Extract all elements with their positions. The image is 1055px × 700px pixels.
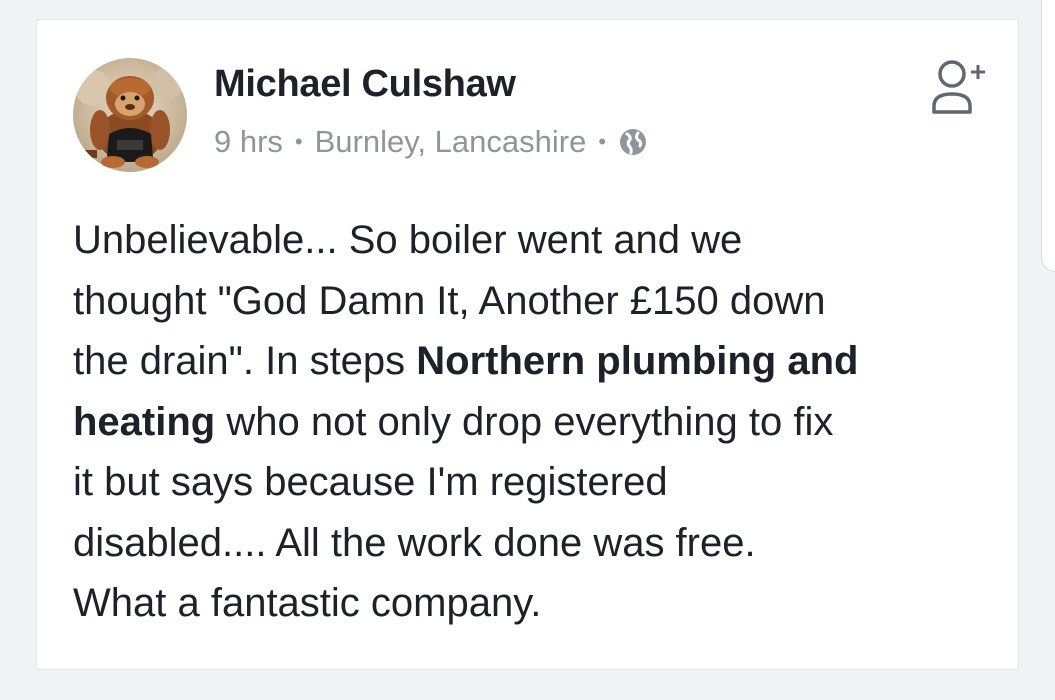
post-meta: 9 hrs • Burnley, Lancashire • [214, 124, 648, 160]
post-location[interactable]: Burnley, Lancashire [315, 124, 587, 160]
meta-separator: • [598, 129, 607, 154]
post-body: Unbelievable... So boiler went and we th… [73, 210, 993, 634]
post-card: Michael Culshaw 9 hrs • Burnley, Lancash… [36, 19, 1019, 670]
scrollbar[interactable] [1041, 0, 1055, 272]
post-timestamp[interactable]: 9 hrs [214, 124, 283, 160]
author-name[interactable]: Michael Culshaw [214, 63, 516, 106]
add-friend-icon[interactable] [924, 54, 988, 118]
meta-separator: • [294, 129, 303, 154]
globe-icon[interactable] [618, 127, 648, 157]
orangutan-plush-icon [75, 67, 184, 168]
avatar[interactable] [73, 58, 187, 172]
